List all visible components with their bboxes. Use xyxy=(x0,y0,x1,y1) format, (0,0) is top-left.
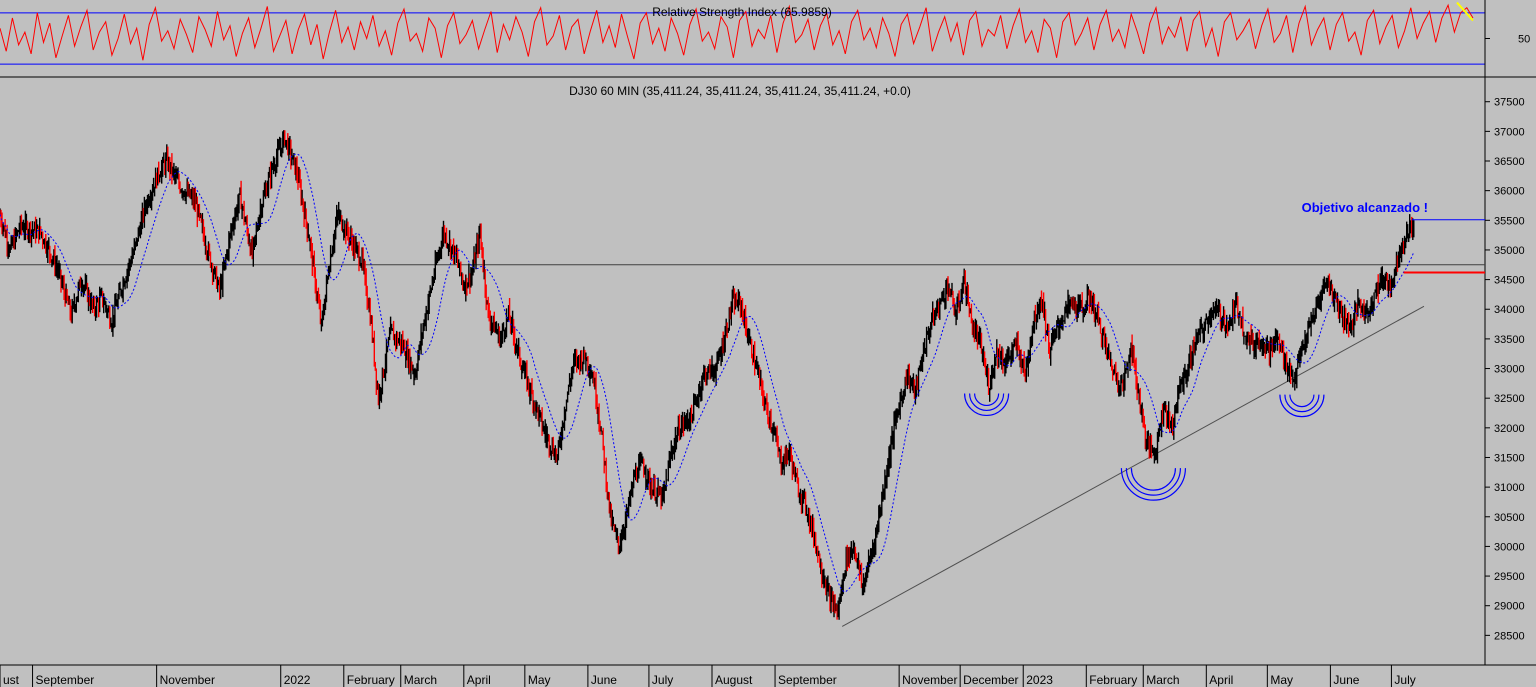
price-tick-label: 32500 xyxy=(1494,393,1525,405)
month-tick-label: 2023 xyxy=(1026,673,1053,687)
price-tick-label: 29500 xyxy=(1494,571,1525,583)
month-tick-label: December xyxy=(963,673,1018,687)
price-tick-label: 31000 xyxy=(1494,482,1525,494)
price-tick-label: 30500 xyxy=(1494,512,1525,524)
month-tick-label: 2022 xyxy=(284,673,311,687)
month-tick-label: September xyxy=(778,673,837,687)
month-tick-label: March xyxy=(1146,673,1179,687)
month-tick-label: November xyxy=(160,673,215,687)
month-tick-label: August xyxy=(715,673,753,687)
month-tick-label: March xyxy=(404,673,437,687)
month-tick-label: April xyxy=(467,673,491,687)
month-tick-label: February xyxy=(1089,673,1137,687)
price-title: DJ30 60 MIN (35,411.24, 35,411.24, 35,41… xyxy=(569,84,911,98)
price-tick-label: 28500 xyxy=(1494,630,1525,642)
month-tick-label: September xyxy=(36,673,95,687)
month-tick-label: June xyxy=(1333,673,1359,687)
month-tick-label: May xyxy=(1270,673,1293,687)
price-tick-label: 36000 xyxy=(1494,186,1525,198)
chart-canvas: Relative Strength Index (65.9859) 50 DJ3… xyxy=(0,0,1536,687)
price-tick-label: 32000 xyxy=(1494,423,1525,435)
price-tick-label: 33000 xyxy=(1494,364,1525,376)
month-tick-label: June xyxy=(591,673,617,687)
price-tick-label: 35500 xyxy=(1494,215,1525,227)
rsi-tick-label: 50 xyxy=(1518,34,1530,46)
month-tick-label: May xyxy=(528,673,551,687)
price-tick-label: 36500 xyxy=(1494,156,1525,168)
target-annotation: Objetivo alcanzado ! xyxy=(1302,200,1428,215)
price-tick-label: 37000 xyxy=(1494,126,1525,138)
rsi-title: Relative Strength Index (65.9859) xyxy=(652,5,831,19)
price-tick-label: 33500 xyxy=(1494,334,1525,346)
month-tick-label: July xyxy=(652,673,673,687)
price-tick-label: 31500 xyxy=(1494,452,1525,464)
month-tick-label: ust xyxy=(3,673,20,687)
price-tick-label: 34500 xyxy=(1494,275,1525,287)
month-tick-label: November xyxy=(902,673,957,687)
price-tick-label: 29000 xyxy=(1494,601,1525,613)
price-tick-label: 30000 xyxy=(1494,541,1525,553)
price-tick-label: 34000 xyxy=(1494,304,1525,316)
price-tick-label: 37500 xyxy=(1494,97,1525,109)
month-tick-label: April xyxy=(1209,673,1233,687)
month-tick-label: July xyxy=(1394,673,1415,687)
month-tick-label: February xyxy=(347,673,395,687)
price-tick-label: 35000 xyxy=(1494,245,1525,257)
